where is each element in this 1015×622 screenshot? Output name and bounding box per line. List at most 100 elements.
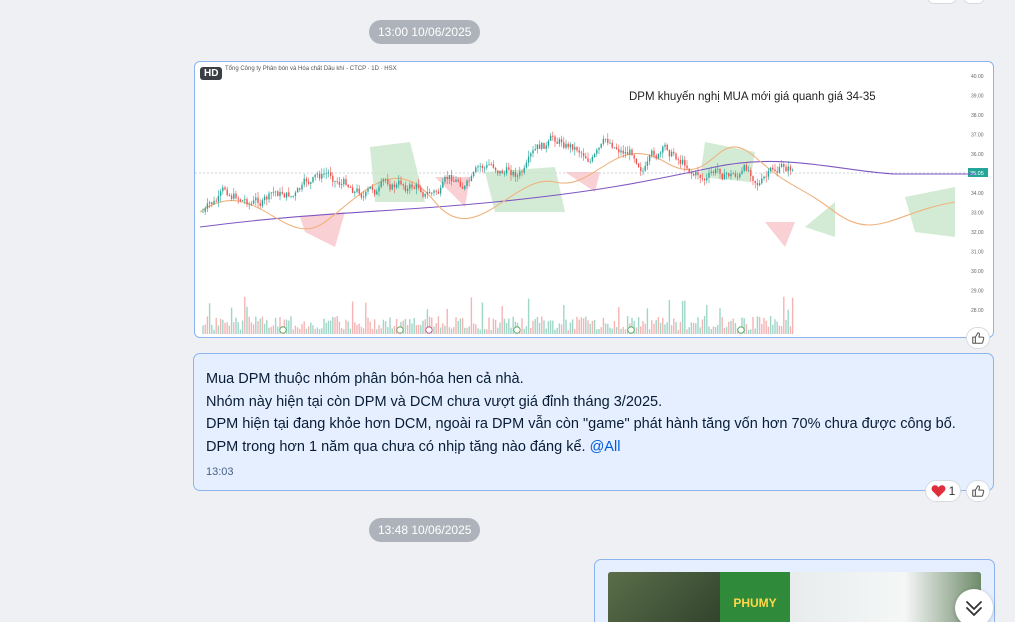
timestamp-divider: 13:00 10/06/2025 <box>369 20 481 44</box>
event-marker <box>513 326 521 334</box>
candle-body <box>510 169 512 176</box>
cloud-area <box>370 142 425 202</box>
volume-bar <box>618 307 620 334</box>
text-message-bubble[interactable]: Mua DPM thuộc nhóm phân bón-hóa hen cả n… <box>193 353 994 491</box>
candle-body <box>259 203 261 206</box>
candle-body <box>699 175 701 179</box>
candle-body <box>609 142 611 144</box>
volume-bar <box>442 323 444 334</box>
previous-reaction-button[interactable] <box>927 0 957 4</box>
volume-bar <box>571 319 574 334</box>
volume-bar <box>494 319 497 334</box>
volume-bar <box>541 316 543 334</box>
volume-bar <box>560 324 563 334</box>
volume-bar <box>420 325 422 334</box>
volume-bar <box>505 322 508 334</box>
volume-bar <box>604 323 607 334</box>
candle-body <box>382 179 385 182</box>
candle-body <box>290 196 292 197</box>
volume-bar <box>679 322 682 334</box>
candle-body <box>563 142 565 148</box>
volume-bar <box>754 328 756 334</box>
candle-body <box>503 173 506 175</box>
candle-body <box>657 153 660 159</box>
volume-bar <box>598 329 600 334</box>
candle-body <box>494 167 497 171</box>
candle-body <box>780 164 783 168</box>
candle-body <box>437 191 440 194</box>
volume-bar <box>384 321 387 334</box>
candle-body <box>646 161 649 166</box>
scroll-to-bottom-button[interactable] <box>955 589 993 622</box>
mention-all-link[interactable]: @All <box>590 439 621 455</box>
candle-body <box>215 200 217 202</box>
volume-bar <box>712 326 715 334</box>
volume-bar <box>556 327 558 334</box>
candle-body <box>565 143 567 148</box>
store-photo[interactable]: PHUMY <box>608 572 981 622</box>
volume-bar <box>536 317 539 334</box>
candle-body <box>706 177 708 181</box>
volume-bar <box>510 327 512 334</box>
candle-body <box>611 142 613 148</box>
reaction-summary[interactable]: 1 <box>925 480 961 502</box>
candle-body <box>230 195 233 199</box>
volume-bar <box>547 321 550 334</box>
candle-body <box>325 173 327 175</box>
volume-bar <box>578 319 580 334</box>
candle-body <box>644 165 646 171</box>
candle-body <box>728 173 730 177</box>
volume-bar <box>585 316 587 334</box>
volume-bar <box>413 317 415 334</box>
candle-body <box>213 200 215 205</box>
candle-body <box>483 167 486 169</box>
volume-bar <box>774 319 776 334</box>
candle-body <box>226 189 228 196</box>
candle-body <box>769 167 772 171</box>
volume-bar <box>457 320 459 334</box>
candle-body <box>655 155 657 159</box>
candle-body <box>428 191 431 194</box>
candle-body <box>589 161 591 163</box>
volume-bar <box>492 318 495 334</box>
volume-bar <box>338 321 341 334</box>
volume-bar <box>241 320 244 334</box>
message-time: 13:03 <box>206 466 234 478</box>
volume-bar <box>789 326 792 334</box>
previous-like-button[interactable] <box>963 0 985 4</box>
volume-bar <box>325 322 327 334</box>
candle-body <box>576 147 578 151</box>
candle-body <box>224 187 226 190</box>
like-button-text[interactable] <box>966 480 990 502</box>
volume-bar <box>453 327 455 334</box>
candle-body <box>424 193 426 197</box>
candle-body <box>741 170 743 174</box>
like-button-image[interactable] <box>966 327 990 349</box>
candle-body <box>316 173 319 175</box>
price-axis-label: 31.00 <box>971 250 984 256</box>
volume-bar <box>525 326 528 334</box>
candle-body <box>347 184 349 188</box>
volume-bar <box>468 326 470 334</box>
candle-body <box>391 184 393 190</box>
volume-bar <box>703 316 706 334</box>
candle-body <box>499 170 501 174</box>
volume-bar <box>488 317 490 334</box>
photo-message-bubble[interactable]: PHUMY <box>594 559 995 622</box>
candle-body <box>343 178 345 185</box>
candle-body <box>235 193 237 199</box>
volume-bar <box>613 321 616 334</box>
volume-bar <box>268 327 270 334</box>
candle-body <box>569 144 572 148</box>
volume-bar <box>296 327 299 334</box>
volume-bar <box>470 297 473 334</box>
candle-body <box>635 158 638 164</box>
volume-bar <box>246 306 248 334</box>
volume-bar <box>411 323 413 334</box>
candle-body <box>448 174 451 179</box>
volume-bar <box>534 319 536 334</box>
candle-body <box>250 203 253 205</box>
candle-body <box>296 188 299 193</box>
candle-body <box>681 159 684 164</box>
chart-image-message[interactable]: 40.0039.0038.0037.0036.0035.0034.0033.00… <box>194 61 994 338</box>
